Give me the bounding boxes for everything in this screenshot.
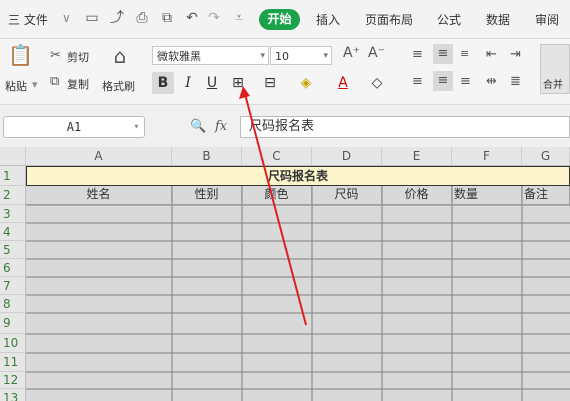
italic-button[interactable]: I (177, 72, 199, 94)
cut-button[interactable]: 剪切 (67, 49, 89, 65)
column-header[interactable]: G (522, 147, 570, 166)
data-area[interactable] (26, 186, 570, 401)
save-icon[interactable]: ▭ (83, 9, 101, 27)
formula-content: 尺码报名表 (249, 119, 315, 134)
font-color-icon[interactable]: A (332, 72, 354, 94)
paste-chevron-icon[interactable]: ▾ (32, 78, 38, 91)
copy-icon[interactable]: ⧉ (50, 74, 59, 89)
zoom-search-icon[interactable]: 🔍 (190, 119, 206, 134)
font-grow-icon[interactable]: A⁺ (343, 45, 360, 61)
header-cell-quantity[interactable]: 数量 (452, 186, 522, 205)
font-size-select[interactable]: 10 ▾ (270, 46, 332, 65)
header-cell-notes[interactable]: 备注 (522, 186, 570, 205)
tab-page-layout[interactable]: 页面布局 (365, 11, 413, 28)
tab-formula[interactable]: 公式 (437, 11, 461, 28)
format-painter-icon[interactable]: ⌂ (108, 44, 132, 68)
row-header[interactable]: 13 (0, 389, 26, 401)
header-cell-gender[interactable]: 性别 (172, 186, 242, 205)
header-cell-price[interactable]: 价格 (382, 186, 452, 205)
column-header[interactable]: F (452, 147, 522, 166)
name-box[interactable]: A1 ▾ (3, 116, 145, 138)
row-header[interactable]: 3 (0, 205, 26, 223)
align-middle-icon[interactable]: ≡ (433, 44, 453, 64)
row-header[interactable]: 10 (0, 334, 26, 353)
column-header[interactable]: C (242, 147, 312, 166)
format-painter-button[interactable]: 格式刷 (102, 78, 135, 94)
row-header[interactable]: 11 (0, 353, 26, 372)
formula-bar: A1 ▾ 🔍 fx 尺码报名表 (0, 112, 570, 142)
chevron-down-icon: ▾ (260, 51, 265, 61)
tab-home[interactable]: 开始 (259, 9, 300, 30)
distribute-icon[interactable]: ≣ (510, 74, 521, 89)
print-icon[interactable]: ⎙ (133, 9, 151, 27)
font-shrink-icon[interactable]: A⁻ (368, 45, 385, 61)
row-header[interactable]: 8 (0, 295, 26, 313)
tab-insert[interactable]: 插入 (316, 11, 340, 28)
font-name-value: 微软雅黑 (157, 50, 201, 63)
export-icon[interactable]: ⤴ (108, 9, 126, 27)
clear-format-icon[interactable]: ◇ (366, 72, 388, 94)
cell-reference: A1 (66, 120, 82, 134)
font-name-select[interactable]: 微软雅黑 ▾ (152, 46, 269, 65)
select-all-corner[interactable] (0, 147, 26, 166)
file-menu[interactable]: 三 文件 (8, 11, 48, 28)
preview-icon[interactable]: ⧉ (158, 9, 176, 27)
column-header[interactable]: E (382, 147, 452, 166)
file-chevron-icon[interactable]: ∨ (62, 11, 71, 25)
merge-button[interactable]: 合并 (540, 44, 570, 94)
chevron-down-icon: ▾ (323, 51, 328, 61)
justify-icon[interactable]: ⇹ (486, 74, 497, 89)
tab-review[interactable]: 审阅 (535, 11, 559, 28)
menu-bar: 三 文件 ∨ ▭ ⤴ ⎙ ⧉ ↶ ↷ ⩡ 开始 插入 页面布局 公式 数据 审阅 (0, 0, 570, 39)
indent-increase-icon[interactable]: ⇥ (510, 47, 521, 62)
title-cell[interactable]: 尺码报名表 (26, 166, 570, 186)
row-header[interactable]: 2 (0, 186, 26, 205)
undo-icon[interactable]: ↶ (183, 9, 201, 27)
align-bottom-icon[interactable]: ≡ (460, 47, 469, 60)
row-header[interactable]: 7 (0, 277, 26, 295)
grid-lines (26, 186, 570, 401)
ribbon: 📋 粘贴 ▾ ✂ 剪切 ⧉ 复制 ⌂ 格式刷 微软雅黑 ▾ 10 ▾ A⁺ A⁻… (0, 39, 570, 105)
header-cell-color[interactable]: 颜色 (242, 186, 312, 205)
column-header[interactable]: A (26, 147, 172, 166)
row-header[interactable]: 1 (0, 166, 26, 186)
spreadsheet-grid: A B C D E F G 1 2 3 4 5 6 7 8 9 10 11 12… (0, 147, 570, 401)
row-header[interactable]: 9 (0, 313, 26, 334)
align-right-icon[interactable]: ≡ (460, 74, 471, 89)
paste-button[interactable]: 粘贴 (5, 78, 27, 94)
chevron-down-icon: ▾ (133, 122, 139, 132)
bold-button[interactable]: B (152, 72, 174, 94)
indent-decrease-icon[interactable]: ⇤ (486, 47, 497, 62)
font-size-value: 10 (275, 50, 289, 63)
align-center-icon[interactable]: ≡ (433, 71, 453, 91)
align-top-icon[interactable]: ≡ (412, 47, 423, 62)
redo-icon[interactable]: ↷ (205, 9, 223, 27)
fill-color-icon[interactable]: ◈ (295, 72, 317, 94)
paste-icon[interactable]: 📋 (8, 44, 33, 66)
underline-button[interactable]: U (201, 72, 223, 94)
formula-input[interactable]: 尺码报名表 (240, 116, 570, 138)
column-header[interactable]: D (312, 147, 382, 166)
copy-button[interactable]: 复制 (67, 76, 89, 92)
header-cell-name[interactable]: 姓名 (26, 186, 172, 205)
row-header[interactable]: 4 (0, 223, 26, 241)
header-cell-size[interactable]: 尺码 (312, 186, 382, 205)
fill-pattern-icon[interactable]: ⊟ (259, 72, 281, 94)
scissors-icon[interactable]: ✂ (50, 48, 61, 63)
border-icon[interactable]: ⊞ (227, 72, 249, 94)
row-header[interactable]: 5 (0, 241, 26, 259)
row-header[interactable]: 12 (0, 372, 26, 389)
more-icon[interactable]: ⩡ (230, 9, 248, 27)
tab-data[interactable]: 数据 (486, 11, 510, 28)
align-left-icon[interactable]: ≡ (412, 74, 423, 89)
row-header[interactable]: 6 (0, 259, 26, 277)
fx-button[interactable]: fx (215, 119, 227, 134)
column-header[interactable]: B (172, 147, 242, 166)
merge-label: 合并 (543, 80, 563, 91)
